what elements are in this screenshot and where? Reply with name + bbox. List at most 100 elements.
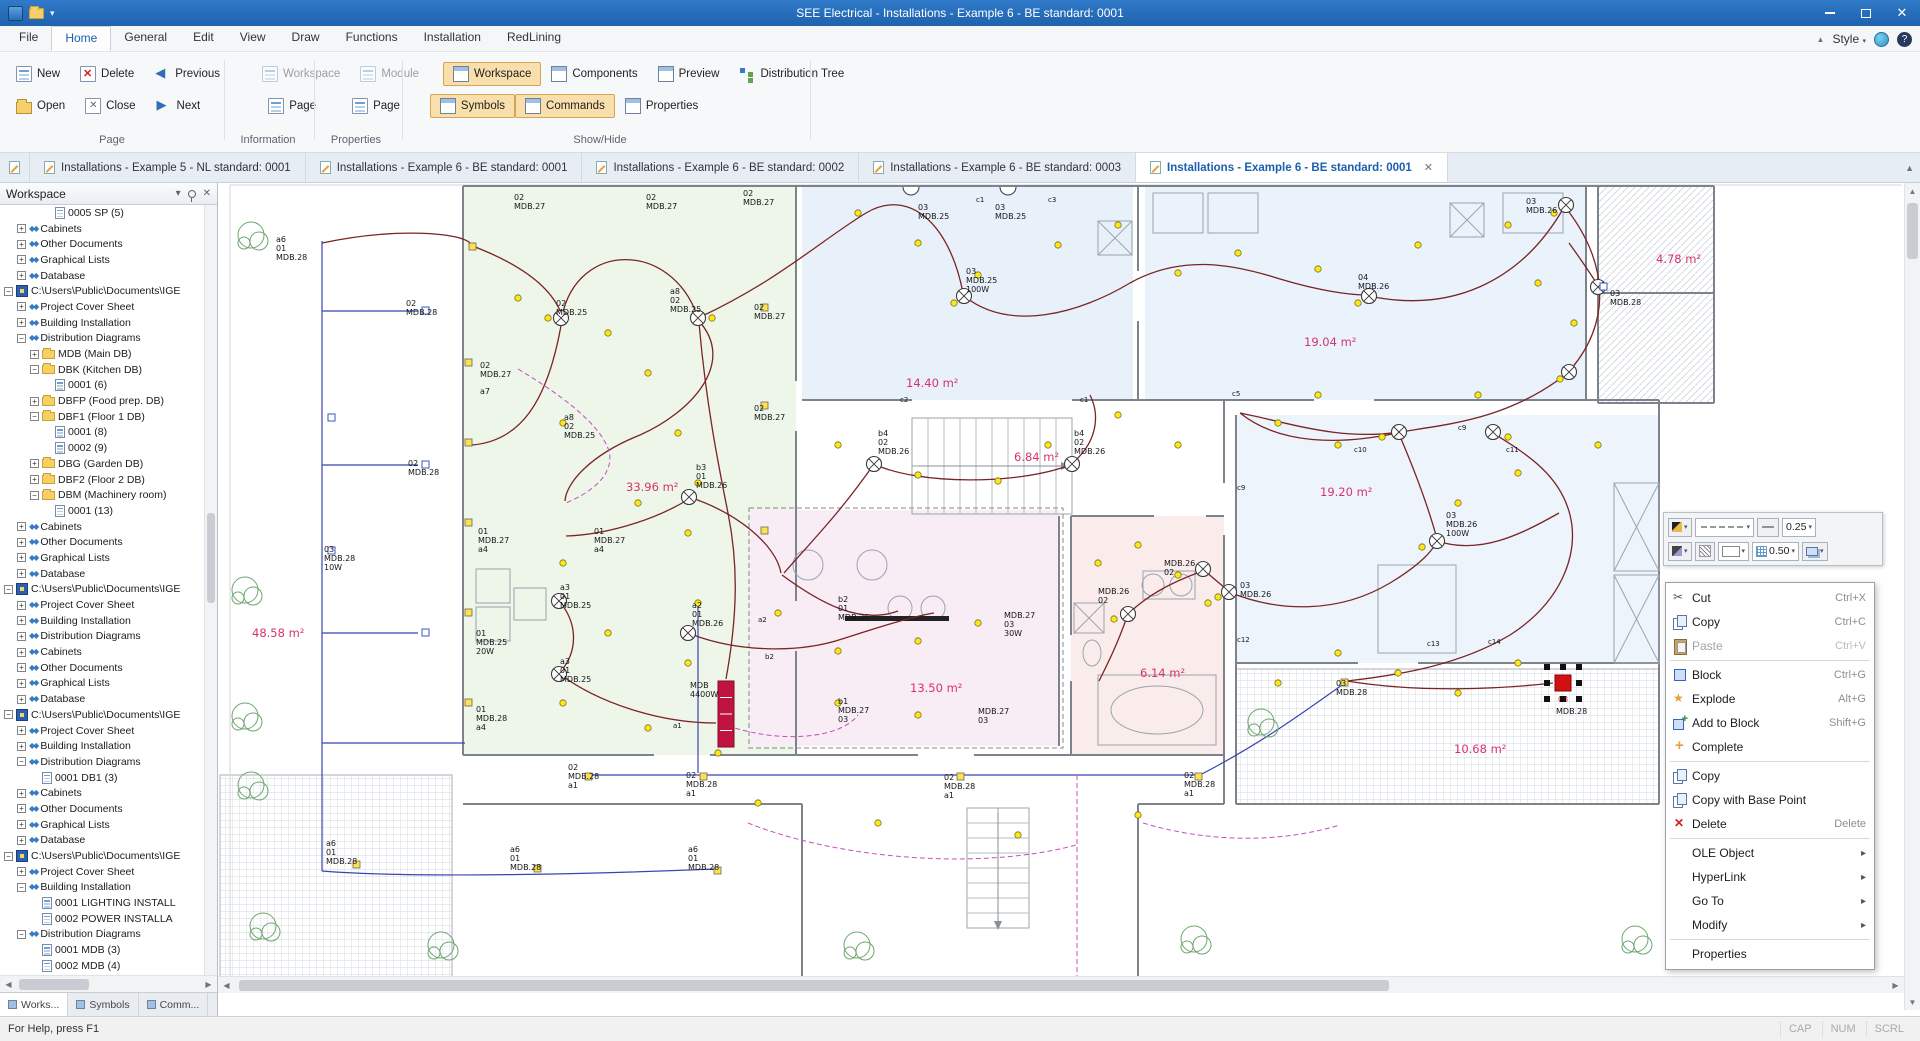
- open-file-icon[interactable]: [29, 8, 44, 19]
- tree-expander[interactable]: +: [17, 820, 26, 829]
- tree-item[interactable]: +◆◆Cabinets: [0, 221, 204, 237]
- canvas-vertical-scrollbar[interactable]: ▲▼: [1904, 183, 1920, 1010]
- tree-expander[interactable]: +: [17, 789, 26, 798]
- collapse-ribbon-icon[interactable]: ▲: [1817, 35, 1825, 44]
- context-menu-item-hyperlink[interactable]: HyperLink▸: [1666, 865, 1874, 889]
- tree-item[interactable]: +◆◆Graphical Lists: [0, 817, 204, 833]
- context-menu-item-copy[interactable]: CopyCtrl+C: [1666, 610, 1874, 634]
- pin-icon[interactable]: [188, 190, 196, 198]
- tree-expander[interactable]: +: [30, 459, 39, 468]
- context-menu-item-copy-with-base-point[interactable]: Copy with Base Point: [1666, 788, 1874, 812]
- tree-item[interactable]: +DBG (Garden DB): [0, 456, 204, 472]
- tree-item[interactable]: 0001 MDB (3): [0, 942, 204, 958]
- tree-item[interactable]: +◆◆Graphical Lists: [0, 550, 204, 566]
- menu-tab-edit[interactable]: Edit: [180, 26, 227, 51]
- menu-tab-general[interactable]: General: [111, 26, 180, 51]
- minimize-button[interactable]: [1812, 0, 1848, 26]
- tree-expander[interactable]: +: [17, 569, 26, 578]
- tree-expander[interactable]: −: [4, 852, 13, 861]
- tree-item[interactable]: 0001 LIGHTING INSTALL: [0, 895, 204, 911]
- context-menu-item-complete[interactable]: Complete: [1666, 735, 1874, 759]
- ribbon-button-new[interactable]: New: [6, 62, 70, 86]
- canvas-horizontal-scrollbar[interactable]: ◀ ▶: [218, 976, 1904, 993]
- menu-tab-installation[interactable]: Installation: [411, 26, 494, 51]
- tree-item[interactable]: +◆◆Graphical Lists: [0, 676, 204, 692]
- maximize-button[interactable]: [1848, 0, 1884, 26]
- tree-expander[interactable]: +: [17, 804, 26, 813]
- ribbon-button-distribution-tree[interactable]: Distribution Tree: [729, 62, 854, 86]
- ribbon-button-page[interactable]: Page: [258, 94, 326, 118]
- panel-tab-works[interactable]: Works...: [0, 993, 68, 1016]
- tree-expander[interactable]: +: [17, 679, 26, 688]
- tab-close-icon[interactable]: ✕: [1424, 161, 1433, 174]
- tree-expander[interactable]: +: [17, 632, 26, 641]
- tree-expander[interactable]: +: [17, 726, 26, 735]
- panel-tab-comm[interactable]: Comm...: [139, 993, 209, 1016]
- tree-item[interactable]: +◆◆Database: [0, 833, 204, 849]
- tree-item[interactable]: +MDB (Main DB): [0, 346, 204, 362]
- help-icon[interactable]: ?: [1897, 32, 1912, 47]
- tree-item[interactable]: +◆◆Other Documents: [0, 660, 204, 676]
- tree-expander[interactable]: +: [17, 522, 26, 531]
- context-menu-item-explode[interactable]: ExplodeAlt+G: [1666, 687, 1874, 711]
- fill-color-select[interactable]: ▾: [1718, 542, 1750, 561]
- tree-item[interactable]: +◆◆Database: [0, 691, 204, 707]
- layer-button[interactable]: ▾: [1802, 542, 1828, 561]
- tree-expander[interactable]: −: [17, 757, 26, 766]
- tree-item[interactable]: +◆◆Cabinets: [0, 519, 204, 535]
- tree-expander[interactable]: +: [17, 302, 26, 311]
- tree-expander[interactable]: +: [17, 616, 26, 625]
- document-tab-2[interactable]: Installations - Example 6 - BE standard:…: [306, 153, 583, 182]
- context-menu-item-modify[interactable]: Modify▸: [1666, 913, 1874, 937]
- tree-expander[interactable]: +: [17, 271, 26, 280]
- tree-item[interactable]: +◆◆Project Cover Sheet: [0, 723, 204, 739]
- tree-expander[interactable]: +: [17, 318, 26, 327]
- ribbon-button-components[interactable]: Components: [541, 62, 647, 86]
- tree-item[interactable]: +◆◆Building Installation: [0, 738, 204, 754]
- tree-item[interactable]: −C:\Users\Public\Documents\IGE: [0, 283, 204, 299]
- tree-item[interactable]: −DBM (Machinery room): [0, 487, 204, 503]
- tree-expander[interactable]: +: [30, 350, 39, 359]
- pen-style-button[interactable]: ▾: [1668, 518, 1692, 537]
- menu-tab-view[interactable]: View: [227, 26, 279, 51]
- ribbon-button-close[interactable]: Close: [75, 94, 145, 118]
- tree-item[interactable]: +DBF2 (Floor 2 DB): [0, 472, 204, 488]
- tree-horizontal-scrollbar[interactable]: ◀▶: [0, 975, 217, 992]
- tree-expander[interactable]: −: [4, 710, 13, 719]
- menu-tab-file[interactable]: File: [6, 26, 51, 51]
- tree-expander[interactable]: +: [17, 553, 26, 562]
- tree-item[interactable]: 0005 SP (5): [0, 205, 204, 221]
- ribbon-button-preview[interactable]: Preview: [648, 62, 730, 86]
- context-menu-item-add-to-block[interactable]: Add to BlockShift+G: [1666, 711, 1874, 735]
- tree-item[interactable]: 0001 (8): [0, 425, 204, 441]
- tree-item[interactable]: −C:\Users\Public\Documents\IGE: [0, 582, 204, 598]
- menu-tab-functions[interactable]: Functions: [333, 26, 411, 51]
- ribbon-button-page[interactable]: Page: [342, 94, 410, 118]
- document-tab-1[interactable]: Installations - Example 5 - NL standard:…: [30, 153, 306, 182]
- tree-item[interactable]: +DBFP (Food prep. DB): [0, 393, 204, 409]
- tree-item[interactable]: +◆◆Cabinets: [0, 644, 204, 660]
- line-style-select[interactable]: ▾: [1695, 518, 1755, 537]
- tree-item[interactable]: 0002 (9): [0, 440, 204, 456]
- tree-item[interactable]: +◆◆Project Cover Sheet: [0, 864, 204, 880]
- context-menu-item-delete[interactable]: DeleteDelete: [1666, 812, 1874, 836]
- ribbon-button-previous[interactable]: Previous: [144, 62, 230, 86]
- ribbon-button-properties[interactable]: Properties: [615, 94, 708, 118]
- panel-close-icon[interactable]: ✕: [203, 188, 211, 199]
- tree-item[interactable]: +◆◆Cabinets: [0, 785, 204, 801]
- tree-expander[interactable]: +: [17, 695, 26, 704]
- panel-menu-icon[interactable]: ▾: [176, 188, 181, 199]
- tree-expander[interactable]: −: [30, 365, 39, 374]
- tree-expander[interactable]: −: [17, 930, 26, 939]
- tree-item[interactable]: +◆◆Project Cover Sheet: [0, 299, 204, 315]
- web-icon[interactable]: [1874, 32, 1889, 47]
- tree-item[interactable]: −◆◆Distribution Diagrams: [0, 331, 204, 347]
- tree-expander[interactable]: +: [30, 397, 39, 406]
- tree-expander[interactable]: +: [17, 742, 26, 751]
- tree-item[interactable]: +◆◆Building Installation: [0, 315, 204, 331]
- document-tab-3[interactable]: Installations - Example 6 - BE standard:…: [582, 153, 859, 182]
- tree-item[interactable]: 0001 (6): [0, 378, 204, 394]
- tree-item[interactable]: −DBK (Kitchen DB): [0, 362, 204, 378]
- menu-tab-draw[interactable]: Draw: [279, 26, 333, 51]
- tree-expander[interactable]: −: [30, 412, 39, 421]
